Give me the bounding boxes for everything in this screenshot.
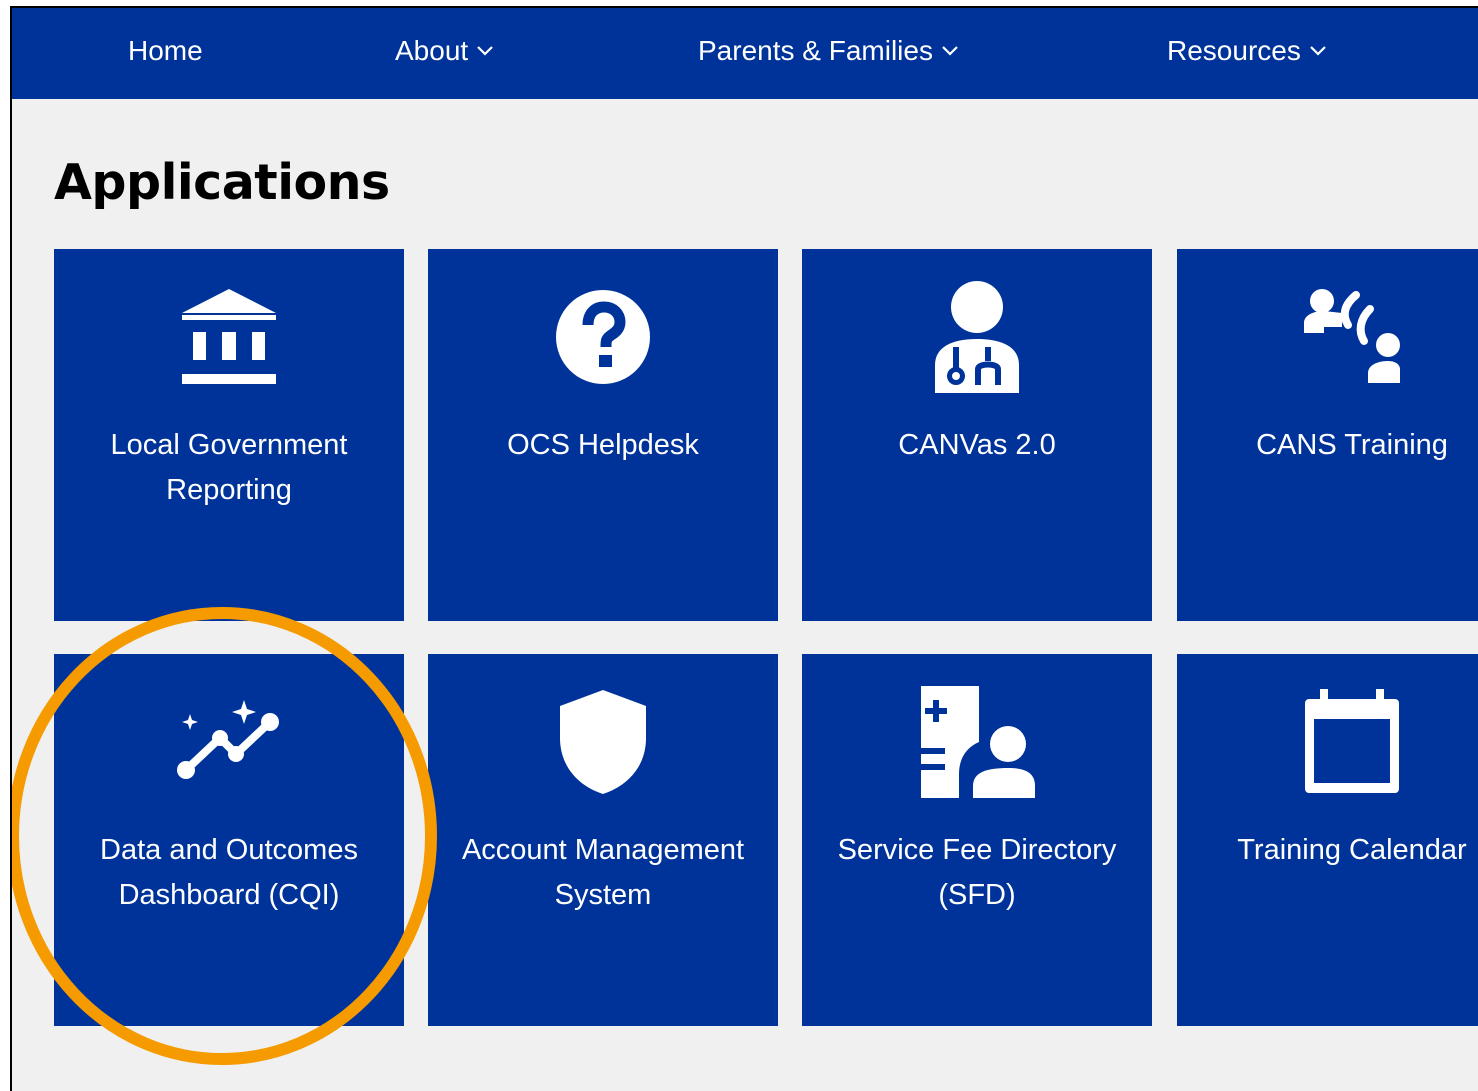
tile-label: Account Management System <box>461 834 745 911</box>
chevron-down-icon <box>1310 46 1326 56</box>
nav-home-label: Home <box>128 35 203 66</box>
tile-cans-training[interactable]: CANS Training <box>1177 249 1478 621</box>
tile-label: Training Calendar <box>1237 834 1467 866</box>
page-title: Applications <box>54 154 390 211</box>
shield-icon <box>560 690 646 794</box>
tile-label: Local Government Reporting <box>110 429 348 506</box>
nav-resources[interactable]: Resources <box>1167 34 1327 68</box>
nav-parents-families-label: Parents & Families <box>698 35 933 66</box>
medical-record-person-icon <box>921 686 1035 798</box>
tile-service-fee-directory[interactable]: Service Fee Directory (SFD) <box>802 654 1152 1026</box>
help-question-icon <box>556 290 650 384</box>
tile-training-calendar[interactable]: Training Calendar <box>1177 654 1478 1026</box>
tile-ocs-helpdesk[interactable]: OCS Helpdesk <box>428 249 778 621</box>
top-navigation: Home About Parents & Families Resources <box>12 8 1478 99</box>
tile-label: CANVas 2.0 <box>898 429 1056 461</box>
tile-account-management-system[interactable]: Account Management System <box>428 654 778 1026</box>
tile-local-government-reporting[interactable]: Local Government Reporting <box>54 249 404 621</box>
chevron-down-icon <box>477 46 493 56</box>
nav-resources-label: Resources <box>1167 35 1301 66</box>
analytics-sparkle-icon <box>177 700 279 779</box>
nav-parents-families[interactable]: Parents & Families <box>698 34 959 68</box>
tile-canvas-2-0[interactable]: CANVas 2.0 <box>802 249 1152 621</box>
tile-label: Service Fee Directory (SFD) <box>837 834 1117 911</box>
nav-about[interactable]: About <box>395 34 494 68</box>
tile-label: OCS Helpdesk <box>507 429 699 461</box>
nav-home[interactable]: Home <box>128 34 203 68</box>
tile-data-outcomes-dashboard[interactable]: Data and Outcomes Dashboard (CQI) <box>54 654 404 1026</box>
nav-about-label: About <box>395 35 469 66</box>
doctor-icon <box>935 281 1019 393</box>
government-building-icon <box>182 289 276 384</box>
tile-label: Data and Outcomes Dashboard (CQI) <box>100 834 358 911</box>
tile-label: CANS Training <box>1256 429 1448 461</box>
browser-viewport: Home About Parents & Families Resources … <box>10 6 1478 1091</box>
calendar-icon <box>1305 689 1399 793</box>
support-headset-icon <box>1304 289 1400 383</box>
chevron-down-icon <box>942 46 958 56</box>
